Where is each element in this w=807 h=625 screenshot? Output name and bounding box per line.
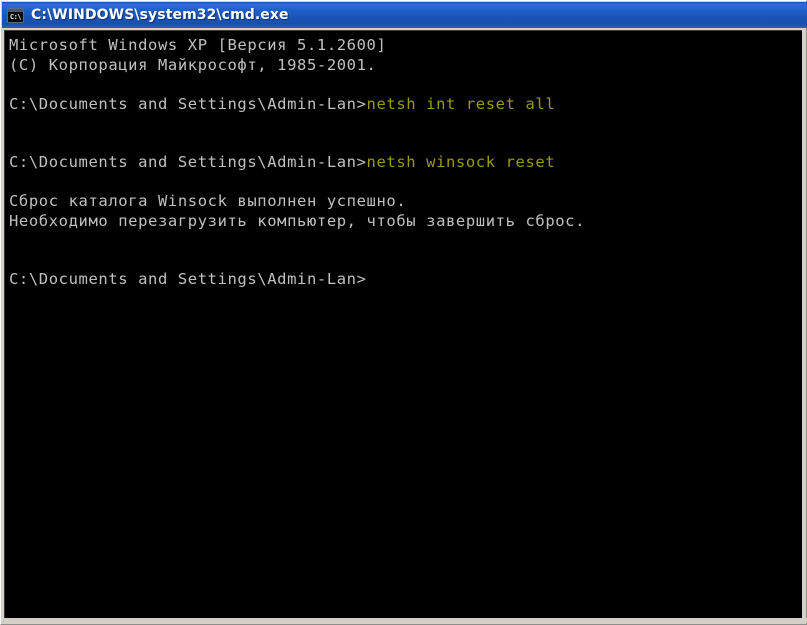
console-output-line: Необходимо перезагрузить компьютер, чтоб…	[9, 211, 586, 230]
typed-command: netsh winsock reset	[366, 153, 556, 171]
console-prompt-line: C:\Documents and Settings\Admin-Lan>nets…	[9, 153, 804, 173]
console-output-line: (C) Корпорация Майкрософт, 1985-2001.	[9, 55, 377, 74]
cmd-console-window[interactable]: C:\ C:\WINDOWS\system32\cmd.exe Microsof…	[0, 0, 807, 625]
console-prompt-line: C:\Documents and Settings\Admin-Lan>nets…	[9, 95, 804, 115]
title-bar[interactable]: C:\ C:\WINDOWS\system32\cmd.exe	[2, 2, 807, 28]
prompt-path: C:\Documents and Settings\Admin-Lan>	[9, 270, 367, 288]
window-title: C:\WINDOWS\system32\cmd.exe	[31, 7, 289, 23]
console-prompt-line: C:\Documents and Settings\Admin-Lan>	[9, 270, 804, 290]
console-output-area[interactable]: Microsoft Windows XP [Версия 5.1.2600] (C…	[4, 30, 804, 618]
console-output-line: Microsoft Windows XP [Версия 5.1.2600]	[9, 36, 387, 54]
console-text-buffer: Microsoft Windows XP [Версия 5.1.2600] (C…	[9, 36, 804, 290]
window-right-edge	[802, 30, 805, 618]
prompt-path: C:\Documents and Settings\Admin-Lan>	[9, 94, 367, 113]
console-output-line: Сброс каталога Winsock выполнен успешно.	[9, 192, 407, 210]
cmd-prompt-icon: C:\	[7, 7, 24, 23]
prompt-path: C:\Documents and Settings\Admin-Lan>	[9, 153, 367, 171]
typed-command: netsh int reset all	[366, 94, 556, 113]
icon-titlebar-strip	[8, 8, 23, 12]
icon-label: C:\	[9, 12, 22, 21]
window-bottom-edge	[2, 618, 807, 623]
